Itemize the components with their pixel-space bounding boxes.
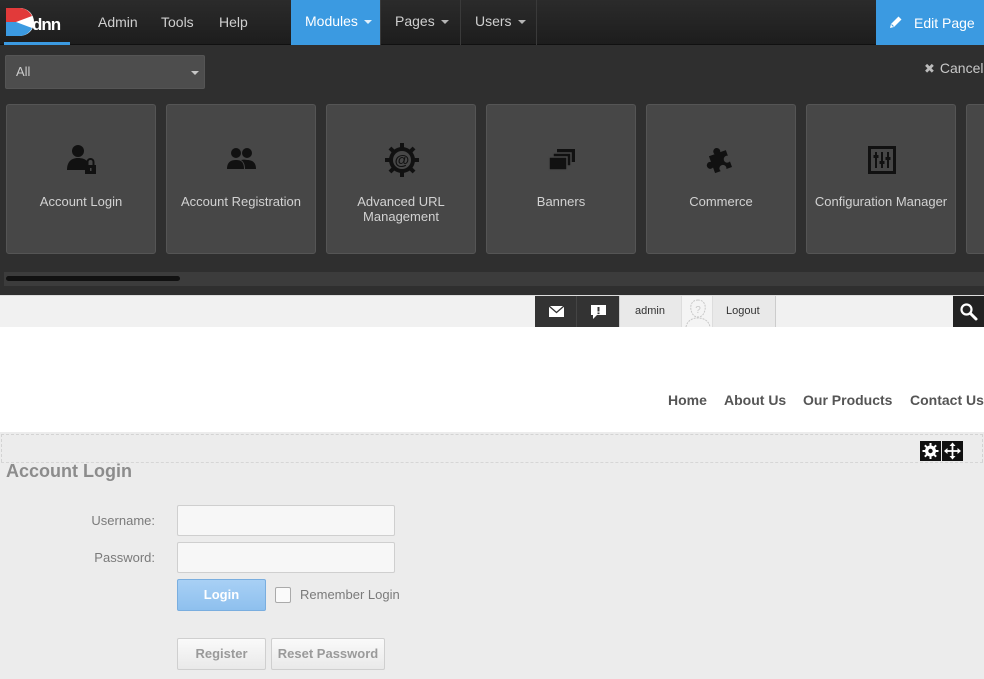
chevron-down-icon	[440, 20, 449, 25]
tab-users[interactable]: Users	[460, 0, 537, 45]
site-header: Home About Us Our Products Contact Us	[0, 327, 984, 432]
register-button[interactable]: Register	[177, 638, 266, 670]
module-card-banners[interactable]: Banners	[486, 104, 636, 254]
module-card-account-registration[interactable]: Account Registration	[166, 104, 316, 254]
module-card-commerce[interactable]: Commerce	[646, 104, 796, 254]
menu-admin[interactable]: Admin	[98, 0, 138, 45]
module-card-title: Account Login	[39, 194, 123, 209]
svg-text:?: ?	[695, 305, 701, 316]
chevron-down-icon	[363, 20, 372, 25]
search-button[interactable]	[953, 296, 984, 327]
search-icon	[960, 303, 978, 321]
avatar-placeholder-icon: ?	[685, 299, 711, 328]
password-label: Password:	[94, 550, 155, 565]
pane-divider	[1, 462, 983, 463]
sliders-icon	[868, 146, 896, 174]
nav-our-products[interactable]: Our Products	[803, 392, 892, 408]
move-arrows-icon	[944, 442, 961, 460]
module-card-title: Advanced URL Management	[357, 194, 445, 224]
menu-tools[interactable]: Tools	[161, 0, 194, 45]
user-bar: admin ? Logout	[0, 295, 984, 328]
module-title: Account Login	[6, 461, 132, 481]
profile-username-link[interactable]: admin	[635, 305, 665, 317]
cancel-button[interactable]: ✖ Cancel	[924, 60, 984, 77]
add-module-panel: All ✖ Cancel Account Login Account Regist…	[0, 45, 984, 295]
at-gear-icon: @	[385, 143, 419, 177]
remember-login-label[interactable]: Remember Login	[300, 587, 400, 602]
remember-login-checkbox[interactable]	[275, 587, 291, 603]
chevron-down-icon	[191, 71, 199, 75]
stacked-banners-icon	[548, 149, 575, 171]
gear-icon	[922, 443, 939, 459]
password-input[interactable]	[177, 542, 395, 573]
cancel-label: Cancel	[939, 60, 984, 76]
chevron-down-icon	[517, 20, 526, 25]
dnn-logo[interactable]: dnn	[4, 6, 70, 44]
tab-modules-label: Modules	[305, 13, 358, 29]
users-icon	[227, 148, 256, 169]
nav-home[interactable]: Home	[668, 392, 707, 408]
edit-page-label: Edit Page	[914, 15, 975, 31]
nav-about-us[interactable]: About Us	[724, 392, 786, 408]
username-input[interactable]	[177, 505, 395, 536]
content-pane: Account Login Username: Password: Login …	[0, 432, 984, 679]
edit-page-button[interactable]: Edit Page	[876, 0, 984, 45]
tab-users-label: Users	[475, 13, 512, 29]
module-settings-button[interactable]	[920, 441, 941, 461]
module-move-handle[interactable]	[942, 441, 963, 461]
module-scrollbar-thumb[interactable]	[6, 276, 180, 281]
menu-help[interactable]: Help	[219, 0, 248, 45]
tab-modules[interactable]: Modules	[291, 0, 380, 45]
module-card-title: Commerce	[689, 194, 753, 209]
notification-bubble-icon	[591, 305, 606, 319]
module-card-title: Configuration Manager	[814, 194, 948, 209]
pencil-icon	[890, 16, 902, 28]
tab-pages[interactable]: Pages	[380, 0, 460, 45]
reset-password-button[interactable]: Reset Password	[271, 638, 385, 670]
module-card-advanced-url-management[interactable]: @ Advanced URL Management	[326, 104, 476, 254]
envelope-icon	[548, 305, 565, 317]
notifications-button[interactable]	[577, 296, 619, 327]
username-label: Username:	[91, 513, 155, 528]
messages-button[interactable]	[535, 296, 577, 327]
puzzle-icon	[706, 147, 732, 174]
nav-contact-us[interactable]: Contact Us	[910, 392, 984, 408]
tab-pages-label: Pages	[395, 13, 435, 29]
close-icon: ✖	[924, 61, 935, 76]
module-card-partial[interactable]	[966, 104, 984, 254]
avatar[interactable]: ?	[681, 296, 713, 328]
control-bar: dnn Admin Tools Help Modules Pages Users…	[0, 0, 984, 45]
module-card-title: Banners	[536, 194, 586, 209]
logout-link[interactable]: Logout	[726, 305, 760, 317]
pane-outline	[1, 434, 983, 462]
module-card-configuration-manager[interactable]: Configuration Manager	[806, 104, 956, 254]
module-category-value: All	[16, 64, 31, 79]
module-card-account-login[interactable]: Account Login	[6, 104, 156, 254]
login-button[interactable]: Login	[177, 579, 266, 611]
svg-text:dnn: dnn	[32, 15, 61, 34]
user-lock-icon	[67, 145, 96, 174]
module-card-title: Account Registration	[181, 194, 301, 209]
user-menu: admin ? Logout	[619, 296, 776, 328]
svg-text:@: @	[395, 152, 410, 169]
module-category-select[interactable]: All	[5, 55, 205, 89]
